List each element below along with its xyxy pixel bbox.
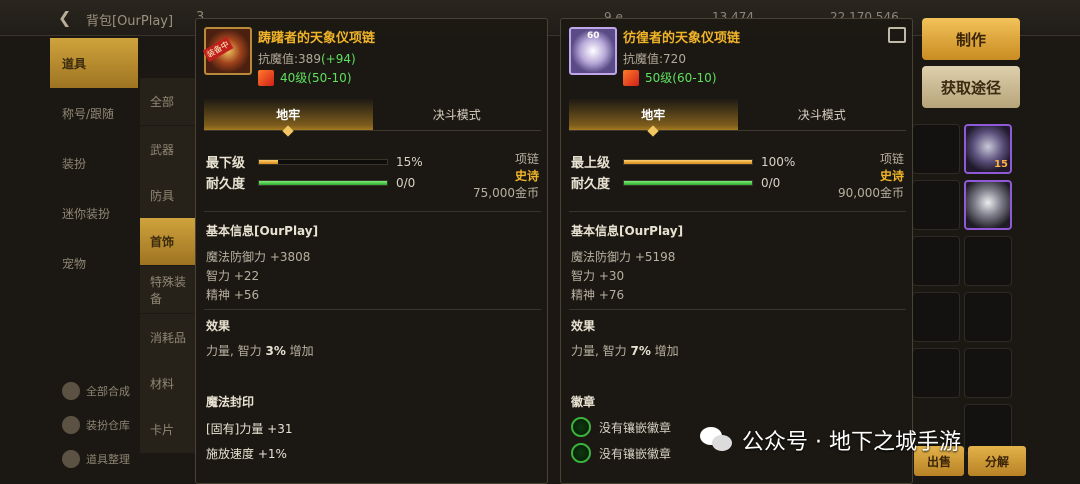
- category-mini-avatar[interactable]: 迷你装扮: [50, 188, 138, 238]
- sort-items-button[interactable]: 道具整理: [62, 450, 130, 468]
- rarity: 史诗: [514, 169, 539, 183]
- emblem-socket-icon: [571, 443, 591, 463]
- effect-title: 效果: [571, 319, 596, 333]
- durability-bar: [258, 179, 388, 186]
- equipped-tag: 装备中: [202, 36, 234, 63]
- subcategory-armor[interactable]: 防具: [140, 172, 195, 220]
- merge-all-button[interactable]: 全部合成: [62, 382, 130, 400]
- inventory-slot[interactable]: [912, 180, 960, 230]
- subcategory-all[interactable]: 全部: [140, 78, 195, 126]
- disassemble-button[interactable]: 分解: [968, 446, 1026, 476]
- watermark: 公众号 · 地下之城手游: [700, 424, 961, 456]
- emblem-title: 徽章: [571, 395, 596, 409]
- back-arrow-icon[interactable]: ❮: [58, 8, 71, 27]
- subcategory-weapon[interactable]: 武器: [140, 126, 195, 174]
- inventory-slot[interactable]: [912, 236, 960, 286]
- inventory-slot[interactable]: [912, 292, 960, 342]
- slot-type: 项链: [879, 152, 904, 166]
- category-items[interactable]: 道具: [50, 38, 138, 88]
- resist-value: 抗魔值:389(+94): [258, 52, 356, 66]
- subcategory-accessory[interactable]: 首饰: [140, 218, 195, 266]
- price: 90,000金币: [838, 186, 904, 200]
- emblem-socket-icon: [571, 417, 591, 437]
- level-info: 50级(60-10): [623, 69, 717, 86]
- necklace-icon: 装备中: [202, 27, 252, 75]
- emblem-slot[interactable]: 没有镶嵌徽章: [571, 443, 671, 463]
- seal-title: 魔法封印: [206, 395, 255, 409]
- durability-bar: [623, 179, 753, 186]
- item-name: 踌躇者的天象仪项链: [258, 31, 376, 46]
- subcategory-consumable[interactable]: 消耗品: [140, 314, 195, 362]
- slot-type: 项链: [514, 152, 539, 166]
- item-meta: 项链 史诗 75,000金币: [473, 151, 539, 202]
- merge-icon: [62, 382, 80, 400]
- inventory-slot[interactable]: [912, 124, 960, 174]
- stat-line: 精神 +76: [571, 288, 625, 302]
- inventory-slot[interactable]: [964, 348, 1012, 398]
- inventory-title: 背包[OurPlay]: [86, 14, 174, 29]
- inventory-slot-item[interactable]: 15: [964, 124, 1012, 174]
- price: 75,000金币: [473, 186, 539, 200]
- item-name: 彷徨者的天象仪项链: [623, 31, 741, 46]
- stat-line: 智力 +30: [571, 269, 625, 283]
- grade-row: 最上级 100%: [571, 154, 796, 172]
- level-info: 40级(50-10): [258, 69, 352, 86]
- fire-element-icon: [258, 69, 274, 86]
- avatar-storage-button[interactable]: 装扮仓库: [62, 416, 130, 434]
- fire-element-icon: [623, 69, 639, 86]
- effect-line: 力量, 智力 7% 增加: [571, 344, 679, 358]
- tab-dungeon[interactable]: 地牢: [569, 99, 738, 130]
- basic-info-title: 基本信息[OurPlay]: [571, 224, 684, 238]
- mode-tabs: 地牢 决斗模式: [204, 99, 541, 131]
- rarity: 史诗: [879, 169, 904, 183]
- item-meta: 项链 史诗 90,000金币: [838, 151, 904, 202]
- resist-value: 抗魔值:720: [623, 52, 686, 66]
- storage-icon: [62, 416, 80, 434]
- durability-row: 耐久度 0/0: [206, 175, 416, 193]
- stat-line: 魔法防御力 +5198: [571, 250, 676, 264]
- seal-line: 施放速度 +1%: [206, 447, 287, 461]
- tab-dungeon[interactable]: 地牢: [204, 99, 373, 130]
- divider: [569, 211, 906, 212]
- seal-line: [固有]力量 +31: [206, 422, 293, 436]
- grade-bar: [258, 158, 388, 165]
- tab-pvp[interactable]: 决斗模式: [373, 99, 542, 130]
- subcategory-material[interactable]: 材料: [140, 360, 195, 408]
- divider: [204, 211, 541, 212]
- share-icon[interactable]: [888, 27, 906, 43]
- obtain-source-button[interactable]: 获取途径: [922, 66, 1020, 108]
- stat-line: 智力 +22: [206, 269, 260, 283]
- inventory-slot-item[interactable]: [964, 180, 1012, 230]
- stat-line: 精神 +56: [206, 288, 260, 302]
- compare-item-tooltip: 60 彷徨者的天象仪项链 抗魔值:720 50级(60-10) 地牢 决斗模式 …: [560, 18, 913, 484]
- grade-row: 最下级 15%: [206, 154, 423, 172]
- effect-title: 效果: [206, 319, 231, 333]
- sort-icon: [62, 450, 80, 468]
- category-avatar[interactable]: 装扮: [50, 138, 138, 188]
- wechat-logo-icon: [700, 425, 734, 455]
- divider: [204, 309, 541, 310]
- level-tag: 60: [587, 31, 600, 41]
- inventory-slot[interactable]: [964, 236, 1012, 286]
- subcategory-special[interactable]: 特殊装备: [140, 266, 195, 314]
- tab-pvp[interactable]: 决斗模式: [738, 99, 907, 130]
- emblem-slot[interactable]: 没有镶嵌徽章: [571, 417, 671, 437]
- equipped-item-tooltip: 装备中 踌躇者的天象仪项链 抗魔值:389(+94) 40级(50-10) 地牢…: [195, 18, 548, 484]
- basic-info-title: 基本信息[OurPlay]: [206, 224, 319, 238]
- mode-tabs: 地牢 决斗模式: [569, 99, 906, 131]
- subcategory-card[interactable]: 卡片: [140, 406, 195, 454]
- effect-line: 力量, 智力 3% 增加: [206, 344, 314, 358]
- category-pet[interactable]: 宠物: [50, 238, 138, 288]
- necklace-icon: 60: [569, 27, 617, 75]
- inventory-slot[interactable]: [912, 348, 960, 398]
- divider: [569, 309, 906, 310]
- durability-row: 耐久度 0/0: [571, 175, 781, 193]
- craft-button[interactable]: 制作: [922, 18, 1020, 60]
- inventory-slot[interactable]: [964, 292, 1012, 342]
- stat-line: 魔法防御力 +3808: [206, 250, 311, 264]
- category-title[interactable]: 称号/跟随: [50, 88, 138, 138]
- grade-bar: [623, 158, 753, 165]
